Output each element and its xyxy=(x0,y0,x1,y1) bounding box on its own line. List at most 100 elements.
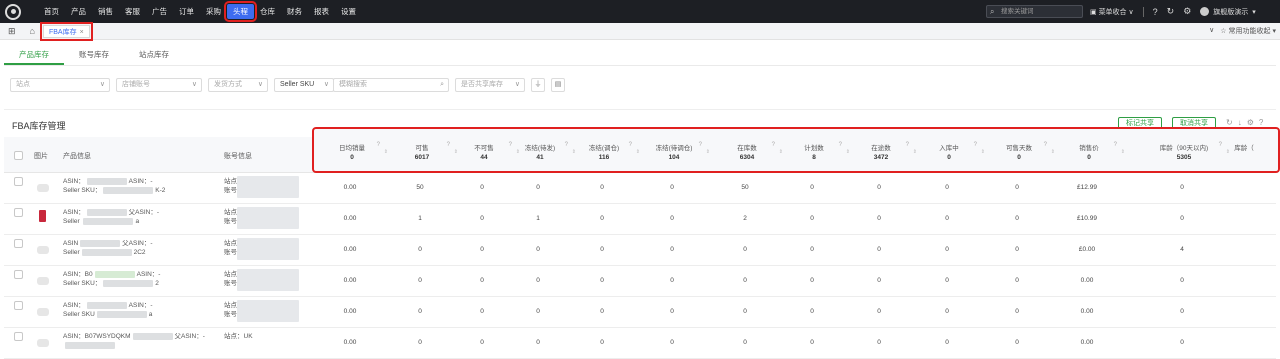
nav-item-0[interactable]: 首页 xyxy=(38,4,65,19)
gear-icon[interactable]: ⚙ xyxy=(1247,118,1254,127)
col-metric-11[interactable]: 销售价 0? ⇕ xyxy=(1059,129,1125,171)
sku-type-select[interactable]: Seller SKU ∨ xyxy=(274,78,334,92)
inventory-table: 图片 产品信息 账号信息 日均销量 0? ⇕ 可售 6017? ⇕ 不可售 44? ⇕ 冻结(待发… xyxy=(4,127,1280,359)
help-icon[interactable]: ? xyxy=(447,142,450,148)
nav-item-10[interactable]: 报表 xyxy=(308,4,335,19)
nav-item-4[interactable]: 广告 xyxy=(146,4,173,19)
sort-icon[interactable]: ⇕ xyxy=(981,149,985,155)
col-metric-0[interactable]: 日均销量 0? ⇕ xyxy=(322,129,388,171)
settings-icon[interactable]: ⚙ xyxy=(1183,6,1191,17)
row-checkbox[interactable] xyxy=(14,177,23,186)
help-icon[interactable]: ? xyxy=(565,142,568,148)
help-icon[interactable]: ? xyxy=(974,142,977,148)
table-row[interactable]: ASIN： ASIN：- Seller SKU： K-2 站点 账号 0.00 50 0 0 0 0 5… xyxy=(4,173,1276,204)
filter-icon[interactable]: ⏚ xyxy=(531,78,545,92)
sort-icon[interactable]: ⇕ xyxy=(779,149,783,155)
main-menu: 首页 产品 销售 客服 广告 订单 采购 头程 仓库 财务 报表 设置 xyxy=(38,1,362,22)
ship-method-select[interactable]: 发货方式 ∨ xyxy=(208,78,268,92)
product-thumbnail[interactable] xyxy=(37,339,49,347)
col-metric-9[interactable]: 入库中 0? ⇕ xyxy=(919,129,985,171)
col-metric-5[interactable]: 冻结(待调仓) 104? ⇕ xyxy=(644,129,710,171)
col-metric-7[interactable]: 计划数 8? ⇕ xyxy=(784,129,850,171)
nav-item-3[interactable]: 客服 xyxy=(119,4,146,19)
nav-item-11[interactable]: 设置 xyxy=(335,4,362,19)
divider xyxy=(1142,6,1144,17)
avatar xyxy=(1200,7,1210,16)
refresh-icon[interactable]: ↻ xyxy=(1167,6,1175,17)
product-thumbnail[interactable] xyxy=(39,210,46,222)
nav-item-2[interactable]: 销售 xyxy=(92,4,119,19)
sort-icon[interactable]: ⇕ xyxy=(1051,149,1055,155)
col-metric-8[interactable]: 在途数 3472? ⇕ xyxy=(851,129,917,171)
sort-icon[interactable]: ⇕ xyxy=(636,149,640,155)
sort-icon[interactable]: ⇕ xyxy=(846,149,850,155)
help-icon[interactable]: ? xyxy=(839,142,842,148)
col-metric-3[interactable]: 冻结(待发) 41? ⇕ xyxy=(510,129,576,171)
help-icon[interactable]: ? xyxy=(906,142,909,148)
close-icon[interactable]: × xyxy=(80,29,84,36)
metric-cell: 0 xyxy=(810,246,814,253)
help-icon[interactable]: ? xyxy=(1153,7,1158,17)
home-icon[interactable]: ⌂ xyxy=(30,26,35,36)
nav-item-7[interactable]: 头程 xyxy=(224,1,257,22)
subtab-1[interactable]: 账号库存 xyxy=(64,44,124,65)
help-icon[interactable]: ? xyxy=(629,142,632,148)
menu-collapse-toggle[interactable]: ▣ 菜单收合 ∨ xyxy=(1090,7,1134,17)
col-metric-10[interactable]: 可售天数 0? ⇕ xyxy=(989,129,1055,171)
sort-icon[interactable]: ⇕ xyxy=(384,149,388,155)
col-metric-13[interactable]: 库龄（ xyxy=(1214,129,1274,171)
user-menu[interactable]: 旗舰版演示 ▾ xyxy=(1200,7,1256,17)
nav-item-6[interactable]: 采购 xyxy=(200,4,227,19)
product-thumbnail[interactable] xyxy=(37,246,49,254)
subtab-0[interactable]: 产品库存 xyxy=(4,44,64,65)
table-row[interactable]: ASIN：B0 ASIN：- Seller SKU： 2 站点 账号 0.00 0 0 0 0 0 0 0… xyxy=(4,266,1276,297)
metric-cell: 0.00 xyxy=(343,215,357,222)
table-row[interactable]: ASIN： ASIN：- Seller SKU a 站点 账号 0.00 0 0 0 0 0 0 0 0 0 0… xyxy=(4,297,1276,328)
fuzzy-search-input[interactable]: 模糊搜索 ⌕ xyxy=(333,78,449,92)
col-metric-12[interactable]: 库龄（90天以内) 5305? ⇕ xyxy=(1144,129,1230,171)
nav-item-8[interactable]: 仓库 xyxy=(254,4,281,19)
favorite-functions-toggle[interactable]: ☆ 常用功能收起 ▾ xyxy=(1220,26,1276,36)
row-checkbox[interactable] xyxy=(14,208,23,217)
site-select[interactable]: 站点 ∨ xyxy=(10,78,110,92)
shared-stock-select[interactable]: 是否共享库存 ∨ xyxy=(455,78,525,92)
help-icon[interactable]: ? xyxy=(1114,142,1117,148)
sort-icon[interactable]: ⇕ xyxy=(706,149,710,155)
download-icon[interactable]: ↓ xyxy=(1238,118,1242,127)
row-checkbox[interactable] xyxy=(14,270,23,279)
nav-item-9[interactable]: 财务 xyxy=(281,4,308,19)
sort-icon[interactable]: ⇕ xyxy=(913,149,917,155)
row-checkbox[interactable] xyxy=(14,239,23,248)
help-icon[interactable]: ? xyxy=(699,142,702,148)
sort-icon[interactable]: ⇕ xyxy=(1121,149,1125,155)
col-metric-4[interactable]: 冻结(调仓) 116? ⇕ xyxy=(574,129,640,171)
nav-item-5[interactable]: 订单 xyxy=(173,4,200,19)
row-checkbox[interactable] xyxy=(14,301,23,310)
help-icon[interactable]: ? xyxy=(1044,142,1047,148)
site-label: 站点 xyxy=(224,240,237,247)
nav-item-1[interactable]: 产品 xyxy=(65,4,92,19)
help-icon[interactable]: ? xyxy=(377,142,380,148)
tab-fba-inventory[interactable]: FBA库存 × xyxy=(40,21,93,41)
help-icon[interactable]: ? xyxy=(1259,118,1263,127)
table-view-icon[interactable]: ▤ xyxy=(551,78,565,92)
product-thumbnail[interactable] xyxy=(37,184,49,192)
chevron-down-icon[interactable]: ∨ xyxy=(1209,26,1214,36)
col-metric-2[interactable]: 不可售 44? ⇕ xyxy=(454,129,520,171)
product-thumbnail[interactable] xyxy=(37,308,49,316)
help-icon[interactable]: ? xyxy=(772,142,775,148)
table-header-metrics: 日均销量 0? ⇕ 可售 6017? ⇕ 不可售 44? ⇕ 冻结(待发) 41? ⇕ 冻结(调仓) 11… xyxy=(312,127,1280,173)
table-row[interactable]: ASIN 父ASIN：- Seller 2C2 站点 账号 0.00 0 0 0 0 0 0 0 0 0 0 £0… xyxy=(4,235,1276,266)
table-row[interactable]: ASIN： 父ASIN：- Seller a 站点 账号 0.00 1 0 1 0 0 2 0 0 0 0 £1… xyxy=(4,204,1276,235)
product-thumbnail[interactable] xyxy=(37,277,49,285)
table-row[interactable]: ASIN：B07WSYDQKM 父ASIN：- 站点：UK 0.00 0 0 0 0 0 0 0 0 0… xyxy=(4,328,1276,359)
account-select[interactable]: 店铺账号 ∨ xyxy=(116,78,202,92)
app-grid-icon[interactable]: ⊞ xyxy=(8,26,16,37)
refresh-icon[interactable]: ↻ xyxy=(1226,118,1233,127)
select-all-checkbox[interactable] xyxy=(14,151,23,160)
app-logo-icon[interactable] xyxy=(5,3,21,20)
subtab-2[interactable]: 站点库存 xyxy=(124,44,184,65)
col-metric-1[interactable]: 可售 6017? ⇕ xyxy=(392,129,458,171)
col-metric-6[interactable]: 在库数 6304? ⇕ xyxy=(717,129,783,171)
global-search-input[interactable]: ⌕ 搜索关键词 xyxy=(986,5,1083,18)
